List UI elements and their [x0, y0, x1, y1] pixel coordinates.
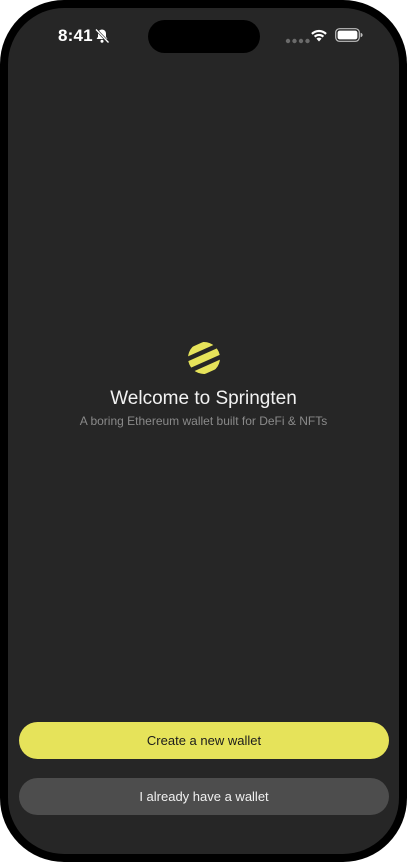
welcome-subtitle: A boring Ethereum wallet built for DeFi …: [79, 414, 328, 428]
wifi-icon: [311, 29, 327, 42]
app-screen: 8:41 Welcome to Springten A boring Ether…: [8, 8, 399, 854]
bell-slash-icon: [95, 28, 110, 44]
dynamic-island: [148, 20, 260, 53]
signal-dots-icon: [285, 38, 310, 44]
import-wallet-button[interactable]: I already have a wallet: [19, 778, 389, 815]
create-wallet-button[interactable]: Create a new wallet: [19, 722, 389, 759]
battery-icon: [335, 28, 363, 42]
phone-frame: 8:41 Welcome to Springten A boring Ether…: [0, 0, 407, 862]
springten-logo-icon: [186, 340, 222, 376]
status-bar: 8:41: [8, 8, 399, 62]
status-time: 8:41: [58, 26, 93, 45]
welcome-title: Welcome to Springten: [110, 388, 297, 409]
